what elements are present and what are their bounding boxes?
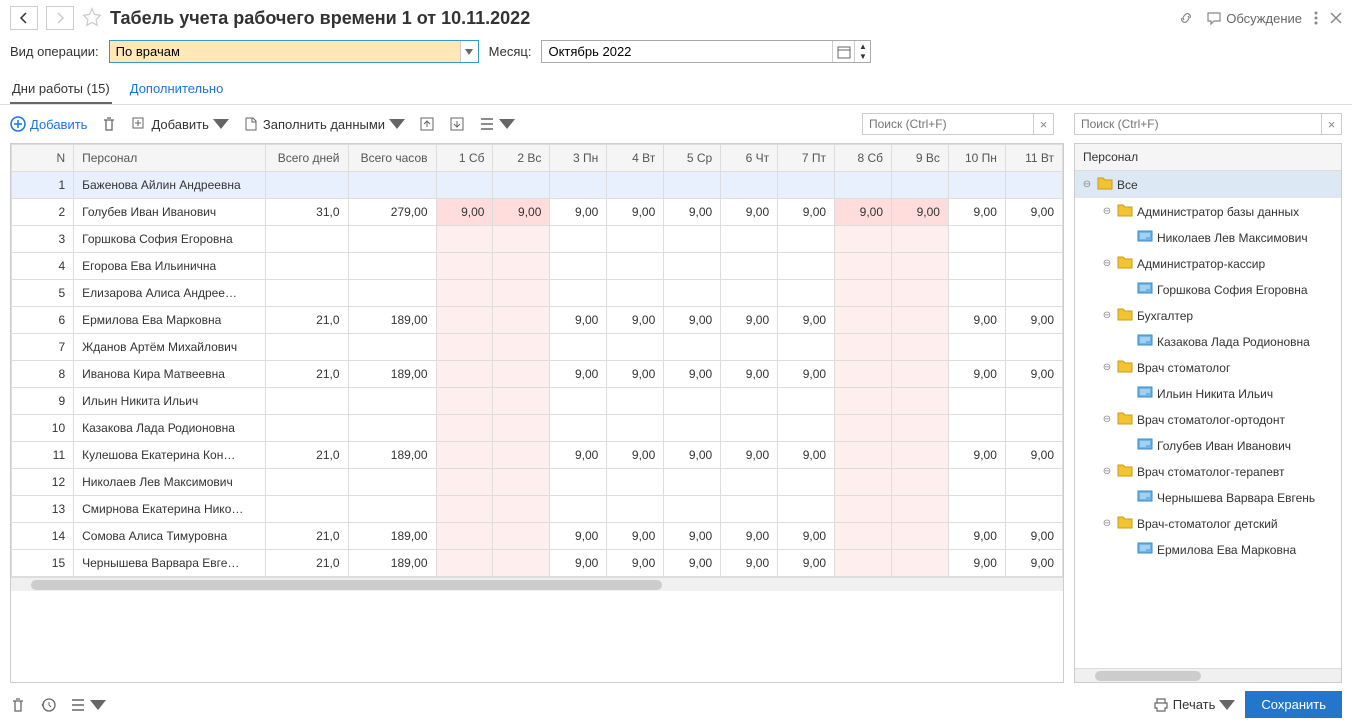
table-row[interactable]: 7Жданов Артём Михайлович <box>12 334 1063 361</box>
card-icon <box>1137 334 1153 349</box>
tree-folder-item[interactable]: ⊖Все <box>1075 171 1341 198</box>
tree-folder-item[interactable]: ⊖Администратор-кассир <box>1075 250 1341 277</box>
back-button[interactable] <box>10 6 38 30</box>
table-row[interactable]: 1Баженова Айлин Андреевна <box>12 172 1063 199</box>
tree-toggle-icon[interactable]: ⊖ <box>1081 179 1093 191</box>
folder-icon <box>1097 176 1113 193</box>
table-row[interactable]: 14Сомова Алиса Тимуровна21,0189,009,009,… <box>12 523 1063 550</box>
footer-menu-button[interactable] <box>70 697 106 713</box>
star-icon[interactable] <box>82 7 102 30</box>
card-icon <box>1137 282 1153 297</box>
table-search-clear[interactable]: × <box>1033 114 1053 134</box>
tree-toggle-icon[interactable]: ⊖ <box>1101 258 1113 270</box>
card-icon <box>1137 230 1153 245</box>
table-row[interactable]: 2Голубев Иван Иванович31,0279,009,009,00… <box>12 199 1063 226</box>
tree-toggle-icon[interactable]: ⊖ <box>1101 414 1113 426</box>
personnel-tree[interactable]: ⊖Все⊖Администратор базы данныхНиколаев Л… <box>1075 171 1341 668</box>
folder-icon <box>1117 359 1133 376</box>
forward-button[interactable] <box>46 6 74 30</box>
folder-icon <box>1117 411 1133 428</box>
tree-folder-item[interactable]: ⊖Врач стоматолог <box>1075 354 1341 381</box>
table-row[interactable]: 8Иванова Кира Матвеевна21,0189,009,009,0… <box>12 361 1063 388</box>
tree-leaf-item[interactable]: Ильин Никита Ильич <box>1075 381 1341 406</box>
card-icon <box>1137 438 1153 453</box>
folder-icon <box>1117 307 1133 324</box>
tree-folder-item[interactable]: ⊖Врач-стоматолог детский <box>1075 510 1341 537</box>
card-icon <box>1137 490 1153 505</box>
side-panel-header: Персонал <box>1075 144 1341 171</box>
tree-leaf-item[interactable]: Чернышева Варвара Евгень <box>1075 485 1341 510</box>
table-row[interactable]: 11Кулешова Екатерина Кон…21,0189,009,009… <box>12 442 1063 469</box>
more-icon[interactable] <box>1314 10 1318 26</box>
month-field[interactable]: ▲▼ <box>541 40 871 63</box>
timesheet-table[interactable]: NПерсоналВсего днейВсего часов1 Сб2 Вс3 … <box>10 143 1064 683</box>
tree-folder-item[interactable]: ⊖Врач стоматолог-терапевт <box>1075 458 1341 485</box>
operation-dropdown[interactable] <box>109 40 479 63</box>
tree-toggle-icon[interactable]: ⊖ <box>1101 518 1113 530</box>
tab-extra[interactable]: Дополнительно <box>128 75 226 104</box>
add-button[interactable]: Добавить <box>10 116 87 132</box>
side-search-clear[interactable]: × <box>1321 114 1341 134</box>
move-down-button[interactable] <box>449 116 465 132</box>
table-search-input[interactable] <box>863 114 1033 134</box>
side-scrollbar[interactable] <box>1075 668 1341 682</box>
table-search[interactable]: × <box>862 113 1054 135</box>
tab-workdays[interactable]: Дни работы (15) <box>10 75 112 104</box>
table-row[interactable]: 6Ермилова Ева Марковна21,0189,009,009,00… <box>12 307 1063 334</box>
close-icon[interactable] <box>1330 12 1342 24</box>
table-row[interactable]: 4Егорова Ева Ильинична <box>12 253 1063 280</box>
tree-folder-item[interactable]: ⊖Администратор базы данных <box>1075 198 1341 225</box>
delete-button[interactable] <box>101 116 117 132</box>
discuss-button[interactable]: Обсуждение <box>1206 10 1302 26</box>
table-row[interactable]: 3Горшкова София Егоровна <box>12 226 1063 253</box>
page-title: Табель учета рабочего времени 1 от 10.11… <box>110 8 530 29</box>
card-icon <box>1137 542 1153 557</box>
month-spinner[interactable]: ▲▼ <box>854 41 870 62</box>
operation-dropdown-btn[interactable] <box>460 41 478 62</box>
fill-data-button[interactable]: Заполнить данными <box>243 116 405 132</box>
side-search[interactable]: × <box>1074 113 1342 135</box>
tree-folder-item[interactable]: ⊖Врач стоматолог-ортодонт <box>1075 406 1341 433</box>
calendar-icon[interactable] <box>832 41 854 62</box>
table-row[interactable]: 12Николаев Лев Максимович <box>12 469 1063 496</box>
operation-input[interactable] <box>110 41 460 62</box>
list-view-button[interactable] <box>479 116 515 132</box>
tree-toggle-icon[interactable]: ⊖ <box>1101 362 1113 374</box>
footer-delete-button[interactable] <box>10 697 26 713</box>
tree-folder-item[interactable]: ⊖Бухгалтер <box>1075 302 1341 329</box>
folder-icon <box>1117 255 1133 272</box>
save-button[interactable]: Сохранить <box>1245 691 1342 718</box>
tree-leaf-item[interactable]: Горшкова София Егоровна <box>1075 277 1341 302</box>
month-label: Месяц: <box>489 44 532 59</box>
tree-leaf-item[interactable]: Голубев Иван Иванович <box>1075 433 1341 458</box>
add-dropdown-button[interactable]: Добавить <box>131 116 228 132</box>
table-row[interactable]: 13Смирнова Екатерина Нико… <box>12 496 1063 523</box>
side-search-input[interactable] <box>1075 114 1321 134</box>
folder-icon <box>1117 203 1133 220</box>
folder-icon <box>1117 463 1133 480</box>
tree-toggle-icon[interactable]: ⊖ <box>1101 310 1113 322</box>
tree-leaf-item[interactable]: Казакова Лада Родионовна <box>1075 329 1341 354</box>
tree-leaf-item[interactable]: Николаев Лев Максимович <box>1075 225 1341 250</box>
operation-label: Вид операции: <box>10 44 99 59</box>
tree-toggle-icon[interactable]: ⊖ <box>1101 206 1113 218</box>
table-row[interactable]: 5Елизарова Алиса Андрее… <box>12 280 1063 307</box>
link-icon[interactable] <box>1178 10 1194 26</box>
tree-leaf-item[interactable]: Ермилова Ева Марковна <box>1075 537 1341 562</box>
horizontal-scrollbar[interactable] <box>11 577 1063 591</box>
table-row[interactable]: 15Чернышева Варвара Евге…21,0189,009,009… <box>12 550 1063 577</box>
print-button[interactable]: Печать <box>1153 697 1236 713</box>
table-row[interactable]: 10Казакова Лада Родионовна <box>12 415 1063 442</box>
month-input[interactable] <box>542 41 832 62</box>
move-up-button[interactable] <box>419 116 435 132</box>
table-row[interactable]: 9Ильин Никита Ильич <box>12 388 1063 415</box>
card-icon <box>1137 386 1153 401</box>
history-button[interactable] <box>40 697 56 713</box>
tree-toggle-icon[interactable]: ⊖ <box>1101 466 1113 478</box>
folder-icon <box>1117 515 1133 532</box>
